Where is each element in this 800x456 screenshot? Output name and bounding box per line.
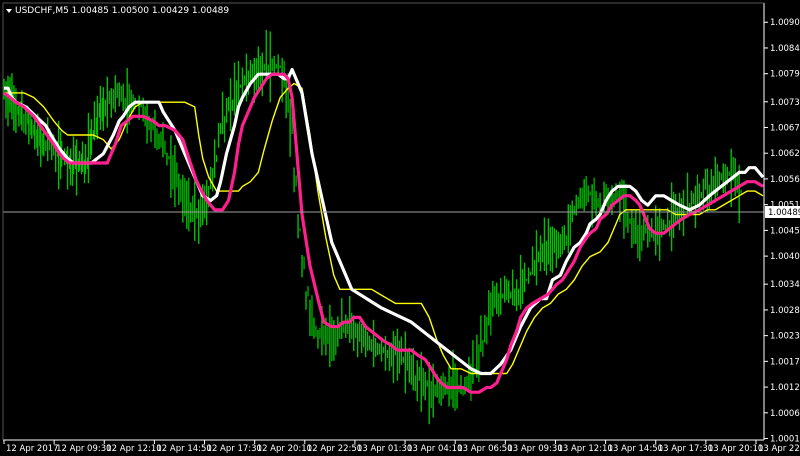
time-tick-label: 13 Apr 04:10 — [407, 444, 462, 454]
time-tick-label: 13 Apr 14:50 — [608, 444, 663, 454]
price-tick-label: 1.00231 — [770, 332, 800, 342]
time-tick-label: 13 Apr 12:10 — [557, 444, 612, 454]
price-tick-label: 1.00791 — [770, 70, 800, 80]
time-tick-label: 12 Apr 20:10 — [257, 444, 312, 454]
current-price-label: 1.00489 — [768, 208, 800, 218]
time-tick-label: 13 Apr 06:50 — [457, 444, 512, 454]
time-tick-label: 13 Apr 01:30 — [357, 444, 412, 454]
time-tick-label: 12 Apr 09:30 — [56, 444, 111, 454]
price-chart[interactable]: 1.00901 1.00846 1.00791 1.00731 1.00676 1.006… — [0, 0, 800, 456]
time-tick-label: 12 Apr 22:50 — [307, 444, 362, 454]
time-tick-label: 13 Apr 17:30 — [658, 444, 713, 454]
price-tick-label: 1.00401 — [770, 252, 800, 262]
mt4-chart-window[interactable]: 1.00901 1.00846 1.00791 1.00731 1.00676 1.006… — [0, 0, 800, 456]
time-tick-label: 12 Apr 14:50 — [156, 444, 211, 454]
time-tick-label: 12 Apr 12:10 — [106, 444, 161, 454]
price-tick-label: 1.00176 — [770, 357, 800, 367]
time-tick-label: 13 Apr 20:10 — [708, 444, 763, 454]
price-tick-label: 1.00286 — [770, 306, 800, 316]
price-tick-label: 1.00731 — [770, 98, 800, 108]
time-tick-label: 12 Apr 2017 — [6, 444, 59, 454]
price-tick-label: 1.00901 — [770, 18, 800, 28]
price-tick-label: 1.00341 — [770, 280, 800, 290]
price-tick-label: 1.00456 — [770, 226, 800, 236]
time-tick-label: 13 Apr 22:50 — [758, 444, 800, 454]
price-tick-label: 1.00676 — [770, 123, 800, 133]
time-tick-label: 13 Apr 09:30 — [507, 444, 562, 454]
time-tick-label: 12 Apr 17:30 — [207, 444, 262, 454]
chart-title-text: USDCHF,M5 1.00485 1.00500 1.00429 1.0048… — [15, 6, 229, 16]
price-tick-label: 1.00566 — [770, 175, 800, 185]
price-tick-label: 1.00121 — [770, 383, 800, 393]
chart-title: USDCHF,M5 1.00485 1.00500 1.00429 1.0048… — [6, 6, 229, 16]
price-tick-label: 1.00621 — [770, 149, 800, 159]
price-tick-label: 1.00066 — [770, 409, 800, 419]
current-price-tag: 1.00489 — [765, 206, 800, 218]
price-tick-label: 1.00846 — [770, 44, 800, 54]
